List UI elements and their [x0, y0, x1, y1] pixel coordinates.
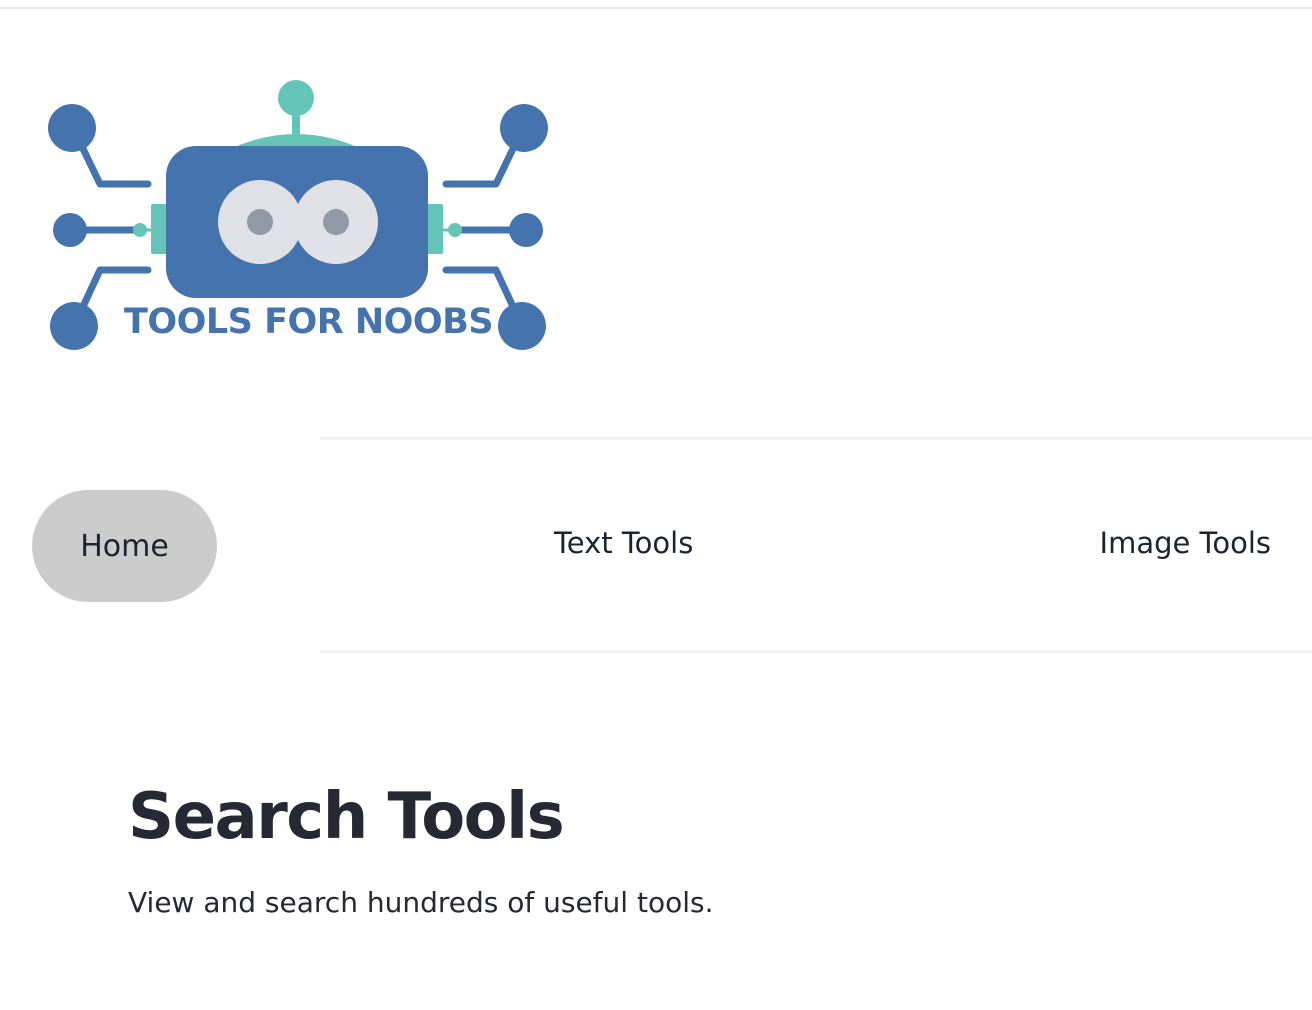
top-divider: [0, 7, 1312, 9]
nav-item-home[interactable]: Home: [32, 490, 217, 602]
nav-item-image-tools[interactable]: Image Tools: [1100, 526, 1271, 560]
page-subtitle: View and search hundreds of useful tools…: [128, 886, 714, 919]
page: TOOLS FOR NOOBS Home Text Tools Image To…: [0, 0, 1312, 1010]
nav-divider-top: [320, 437, 1312, 440]
logo-text: TOOLS FOR NOOBS: [124, 302, 494, 342]
site-logo[interactable]: TOOLS FOR NOOBS: [44, 78, 554, 358]
nav-item-text-tools[interactable]: Text Tools: [554, 526, 693, 560]
page-title: Search Tools: [128, 780, 565, 854]
nav-divider-bottom: [320, 650, 1312, 653]
